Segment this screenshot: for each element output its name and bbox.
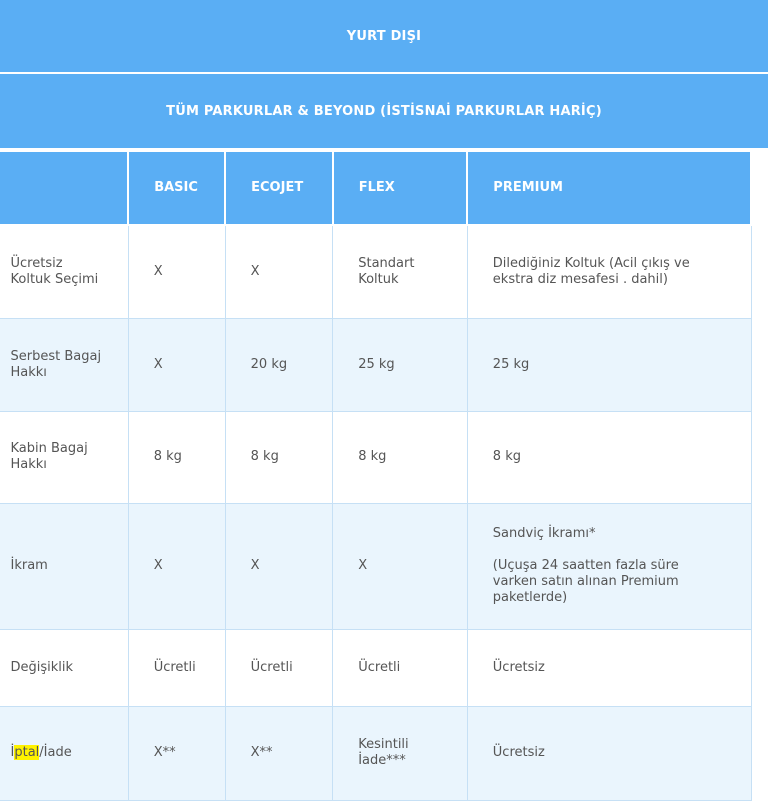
table-row-change: Değişiklik Ücretli Ücretli Ücretli Ücret… — [0, 628, 752, 707]
ecojet-cell: X — [224, 224, 334, 319]
premium-cell: Dilediğiniz Koltuk (Acil çıkış ve ekstra… — [466, 224, 752, 319]
feature-cell: İkram — [0, 502, 129, 630]
premium-cell: Ücretsiz — [466, 705, 752, 801]
premium-catering-note: (Uçuşa 24 saatten fazla süre varken satı… — [492, 558, 679, 605]
premium-cell: 8 kg — [466, 410, 752, 504]
ecojet-cell: Ücretli — [224, 628, 334, 707]
premium-cell: 25 kg — [466, 317, 752, 412]
flex-cell: Ücretli — [332, 628, 468, 707]
basic-cell: 8 kg — [127, 410, 226, 504]
header-basic: BASIC — [127, 150, 227, 226]
premium-cell: Sandviç İkramı* (Uçuşa 24 saatten fazla … — [466, 502, 752, 630]
table-row-checked-baggage: Serbest Bagaj Hakkı X 20 kg 25 kg 25 kg — [0, 317, 752, 412]
feature-cell: Kabin Bagaj Hakkı — [0, 410, 129, 504]
region-title: YURT DIŞI — [346, 28, 422, 44]
flex-cell: X — [332, 502, 468, 630]
flex-cell: 8 kg — [332, 410, 468, 504]
basic-cell: X — [127, 224, 226, 319]
basic-cell: X — [127, 502, 226, 630]
table-row-seat: Ücretsiz Koltuk Seçimi X X Standart Kolt… — [0, 224, 752, 319]
table-row-catering: İkram X X X Sandviç İkramı* (Uçuşa 24 sa… — [0, 502, 752, 630]
basic-cell: Ücretli — [127, 628, 226, 707]
header-flex: FLEX — [331, 150, 469, 226]
region-banner: YURT DIŞI — [0, 0, 768, 72]
feature-cell: Serbest Bagaj Hakkı — [0, 317, 129, 412]
table-header-row: BASIC ECOJET FLEX PREMIUM — [0, 150, 752, 226]
header-premium: PREMIUM — [466, 150, 752, 226]
basic-cell: X — [127, 317, 226, 412]
ecojet-cell: 20 kg — [224, 317, 334, 412]
flex-cell: 25 kg — [332, 317, 468, 412]
ecojet-cell: 8 kg — [224, 410, 334, 504]
highlighted-text: ptal — [14, 745, 40, 760]
premium-cell: Ücretsiz — [466, 628, 752, 707]
routes-title: TÜM PARKURLAR & BEYOND (İSTİSNAİ PARKURL… — [166, 103, 602, 119]
fare-comparison-table: BASIC ECOJET FLEX PREMIUM Ücretsiz Koltu… — [0, 150, 752, 801]
flex-cell: Kesintili İade*** — [332, 705, 468, 801]
table-row-cancel-refund: İptal/İade X** X** Kesintili İade*** Ücr… — [0, 705, 752, 801]
flex-cell: Standart Koltuk — [332, 224, 468, 319]
premium-catering-main: Sandviç İkramı* — [492, 526, 596, 541]
basic-cell: X** — [127, 705, 226, 801]
table-row-cabin-baggage: Kabin Bagaj Hakkı 8 kg 8 kg 8 kg 8 kg — [0, 410, 752, 504]
feature-cell: İptal/İade — [0, 705, 129, 801]
routes-banner: TÜM PARKURLAR & BEYOND (İSTİSNAİ PARKURL… — [0, 74, 768, 148]
feature-suffix: /İade — [39, 745, 72, 760]
ecojet-cell: X** — [224, 705, 334, 801]
header-ecojet: ECOJET — [224, 150, 334, 226]
feature-cell: Ücretsiz Koltuk Seçimi — [0, 224, 129, 319]
header-feature — [0, 150, 130, 226]
feature-cell: Değişiklik — [0, 628, 129, 707]
ecojet-cell: X — [224, 502, 334, 630]
